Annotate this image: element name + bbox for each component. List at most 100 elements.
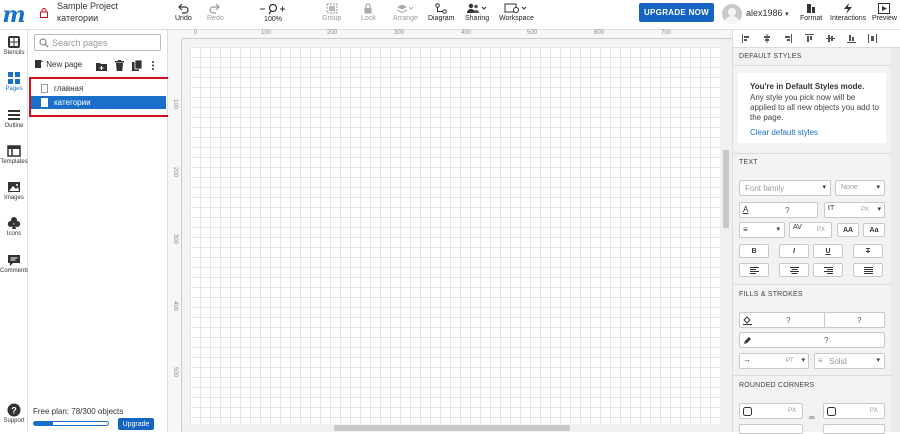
diagram-button[interactable]: Diagram xyxy=(428,3,454,22)
username[interactable]: alex1986 ▾ xyxy=(746,8,789,18)
icons-label: Icons xyxy=(6,231,22,237)
play-icon xyxy=(878,3,891,14)
trash-icon[interactable] xyxy=(115,60,124,71)
align-bottom-icon[interactable] xyxy=(847,34,856,43)
align-left-icon[interactable] xyxy=(742,34,750,43)
zoom-icon xyxy=(260,3,285,15)
outline-label: Outline xyxy=(4,123,24,129)
upgrade-button[interactable]: Upgrade xyxy=(118,418,154,430)
link-corners-icon[interactable]: ∞ xyxy=(809,413,815,422)
corner-top-right-field[interactable]: PX xyxy=(823,403,885,419)
lock-label: Lock xyxy=(361,15,376,22)
text-align-right-button[interactable] xyxy=(813,263,843,277)
align-center-icon[interactable] xyxy=(763,34,771,43)
stroke-style-icon: ≡ xyxy=(818,356,823,365)
vertical-scrollbar[interactable] xyxy=(720,39,732,432)
line-height-select[interactable]: ≡ ▾ xyxy=(739,222,785,238)
italic-button[interactable]: I xyxy=(779,244,809,258)
text-align-right-icon xyxy=(823,266,833,274)
rail-images[interactable]: Images xyxy=(0,180,28,201)
rail-templates[interactable]: Templates xyxy=(0,144,28,165)
new-page-button[interactable]: New page xyxy=(34,59,82,69)
clear-default-styles-link[interactable]: Clear default styles xyxy=(750,128,818,137)
font-family-value: Font family xyxy=(745,184,785,193)
undo-button[interactable]: Undo xyxy=(175,3,192,22)
horizontal-scrollbar[interactable] xyxy=(182,424,720,432)
align-right-icon[interactable] xyxy=(784,34,792,43)
divider xyxy=(733,65,900,66)
align-middle-icon[interactable] xyxy=(826,34,835,43)
chevron-down-icon: ▾ xyxy=(876,357,880,364)
users-icon xyxy=(467,3,487,13)
templates-label: Templates xyxy=(0,159,28,165)
upgrade-now-button[interactable]: UPGRADE NOW xyxy=(639,3,714,22)
diagram-label: Diagram xyxy=(428,15,455,22)
font-family-select[interactable]: Font family ▾ xyxy=(739,180,831,196)
stroke-width-field[interactable]: → PT ▾ xyxy=(739,353,809,369)
corner-top-left-field[interactable]: PX xyxy=(739,403,803,419)
text-color-field[interactable]: A ? xyxy=(739,202,818,218)
arrange-button[interactable]: Arrange xyxy=(393,3,418,22)
align-top-icon[interactable] xyxy=(805,34,814,43)
letter-spacing-field[interactable]: AV PX xyxy=(789,222,832,238)
format-label: Format xyxy=(800,15,823,22)
ruler-tick: 200 xyxy=(172,166,179,178)
search-box[interactable] xyxy=(34,34,161,51)
new-folder-icon[interactable] xyxy=(96,61,107,71)
line-height-icon: ≡ xyxy=(743,225,748,234)
capitalize-button[interactable]: Aa xyxy=(863,223,885,237)
preview-button[interactable]: Preview xyxy=(872,3,897,22)
font-size-field[interactable]: tT PX ▾ xyxy=(824,202,885,218)
divider xyxy=(824,312,825,328)
app-logo[interactable]: m xyxy=(0,0,28,30)
corner-bottom-left-field[interactable] xyxy=(739,424,803,434)
interactions-button[interactable]: Interactions xyxy=(830,3,866,22)
rail-icons[interactable]: Icons xyxy=(0,216,28,237)
uppercase-button[interactable]: AA xyxy=(837,223,859,237)
properties-panel: DEFAULT STYLES You're in Default Styles … xyxy=(732,30,900,434)
project-title[interactable]: Sample Project xyxy=(57,1,118,11)
more-options-icon[interactable] xyxy=(151,60,155,71)
panel-scrollbar[interactable] xyxy=(891,48,900,432)
corner-bottom-right-field[interactable] xyxy=(823,424,885,434)
stroke-style-select[interactable]: ≡ Solid ▾ xyxy=(814,353,885,369)
duplicate-icon[interactable] xyxy=(132,60,142,71)
strikethrough-button[interactable]: T xyxy=(853,244,883,258)
redo-button[interactable]: Redo xyxy=(207,3,224,22)
text-align-center-button[interactable] xyxy=(779,263,809,277)
text-section-title: TEXT xyxy=(739,159,758,166)
text-justify-button[interactable] xyxy=(853,263,883,277)
paint-bucket-icon xyxy=(743,316,752,325)
fill-color-field[interactable]: ? ? xyxy=(739,312,885,328)
format-button[interactable]: Format xyxy=(800,3,822,22)
workspace-button[interactable]: Workspace xyxy=(499,3,534,22)
rail-stencils[interactable]: Stencils xyxy=(0,35,28,56)
text-align-left-button[interactable] xyxy=(739,263,769,277)
ruler-tick: 600 xyxy=(594,30,605,36)
font-size-unit: PX xyxy=(861,207,870,213)
distribute-icon[interactable] xyxy=(868,34,877,43)
ruler-tick: 500 xyxy=(527,30,538,36)
lock-button[interactable]: Lock xyxy=(361,3,376,22)
horizontal-ruler: 0 100 200 300 400 500 600 700 xyxy=(182,30,732,39)
avatar[interactable] xyxy=(722,4,742,24)
canvas-grid[interactable] xyxy=(190,47,720,425)
rail-comments[interactable]: Comments xyxy=(0,253,29,274)
rail-pages[interactable]: Pages xyxy=(0,71,28,92)
stroke-color-field[interactable]: ? xyxy=(739,332,885,348)
ruler-tick: 100 xyxy=(261,30,272,36)
search-pages-input[interactable] xyxy=(52,36,157,49)
scroll-thumb[interactable] xyxy=(334,425,570,431)
rail-outline[interactable]: Outline xyxy=(0,108,28,129)
group-button[interactable]: Group xyxy=(322,3,341,22)
font-style-select[interactable]: None ▾ xyxy=(835,180,885,196)
workspace-gear-icon xyxy=(504,3,527,13)
sharing-button[interactable]: Sharing xyxy=(465,3,489,22)
rail-support[interactable]: ? Support xyxy=(0,403,28,424)
text-align-left-icon xyxy=(749,266,759,274)
zoom-control[interactable]: 100% xyxy=(258,3,288,23)
canvas-area: 0 100 200 300 400 500 600 700 100 200 30… xyxy=(168,30,732,432)
scroll-thumb[interactable] xyxy=(723,150,729,228)
bold-button[interactable]: B xyxy=(739,244,769,258)
underline-button[interactable]: U xyxy=(813,244,843,258)
